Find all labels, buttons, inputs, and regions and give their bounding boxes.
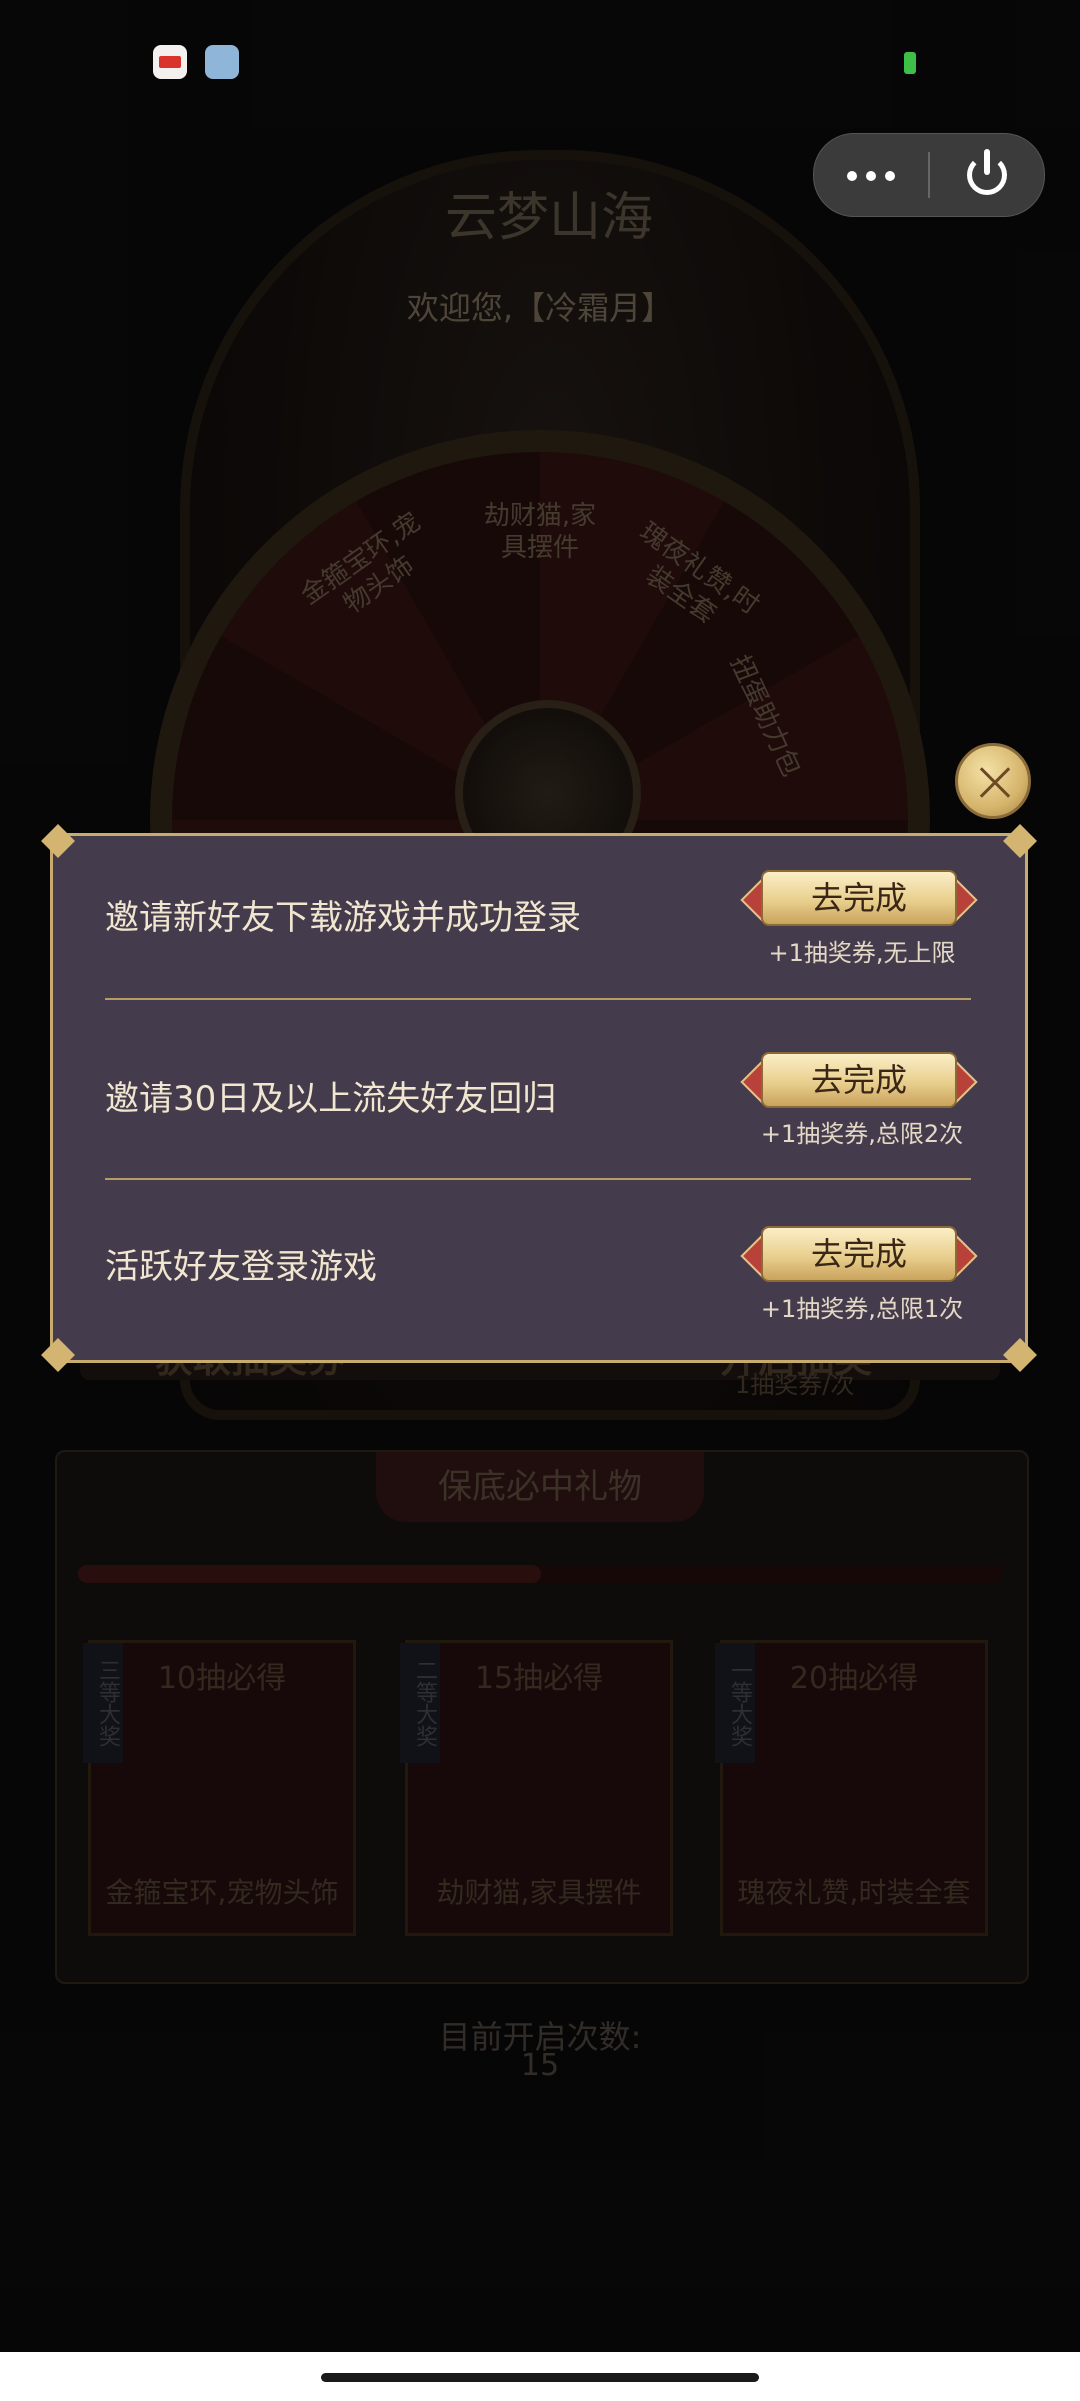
- weather-icon: [205, 45, 239, 79]
- go-complete-label: 去完成: [761, 1226, 957, 1282]
- close-icon[interactable]: [955, 743, 1031, 819]
- task-reward: +1抽奖券,总限2次: [760, 1120, 964, 1148]
- power-icon[interactable]: [930, 134, 1044, 216]
- miniprogram-capsule: [813, 133, 1045, 217]
- task-text: 邀请新好友下载游戏并成功登录: [105, 898, 581, 938]
- task-row: 邀请新好友下载游戏并成功登录 去完成 +1抽奖券,无上限: [53, 836, 1025, 986]
- home-indicator[interactable]: [321, 2373, 759, 2382]
- task-reward: +1抽奖券,总限1次: [760, 1295, 964, 1323]
- divider: [105, 1178, 971, 1180]
- divider: [105, 998, 971, 1000]
- go-complete-button[interactable]: 去完成: [740, 1226, 978, 1282]
- go-complete-label: 去完成: [761, 870, 957, 926]
- task-row: 活跃好友登录游戏 去完成 +1抽奖券,总限1次: [53, 1191, 1025, 1341]
- task-text: 邀请30日及以上流失好友回归: [105, 1079, 557, 1119]
- task-reward: +1抽奖券,无上限: [768, 939, 956, 967]
- more-dots-icon[interactable]: [814, 134, 928, 216]
- go-complete-button[interactable]: 去完成: [740, 870, 978, 926]
- go-complete-label: 去完成: [761, 1052, 957, 1108]
- battery-icon: [904, 52, 916, 74]
- corner-ornament: [1003, 1338, 1037, 1372]
- task-text: 活跃好友登录游戏: [105, 1247, 377, 1287]
- notification-app-icon: [153, 45, 187, 79]
- task-dialog: 邀请新好友下载游戏并成功登录 去完成 +1抽奖券,无上限 邀请30日及以上流失好…: [50, 833, 1028, 1363]
- corner-ornament: [41, 1338, 75, 1372]
- task-row: 邀请30日及以上流失好友回归 去完成 +1抽奖券,总限2次: [53, 1016, 1025, 1166]
- go-complete-button[interactable]: 去完成: [740, 1052, 978, 1108]
